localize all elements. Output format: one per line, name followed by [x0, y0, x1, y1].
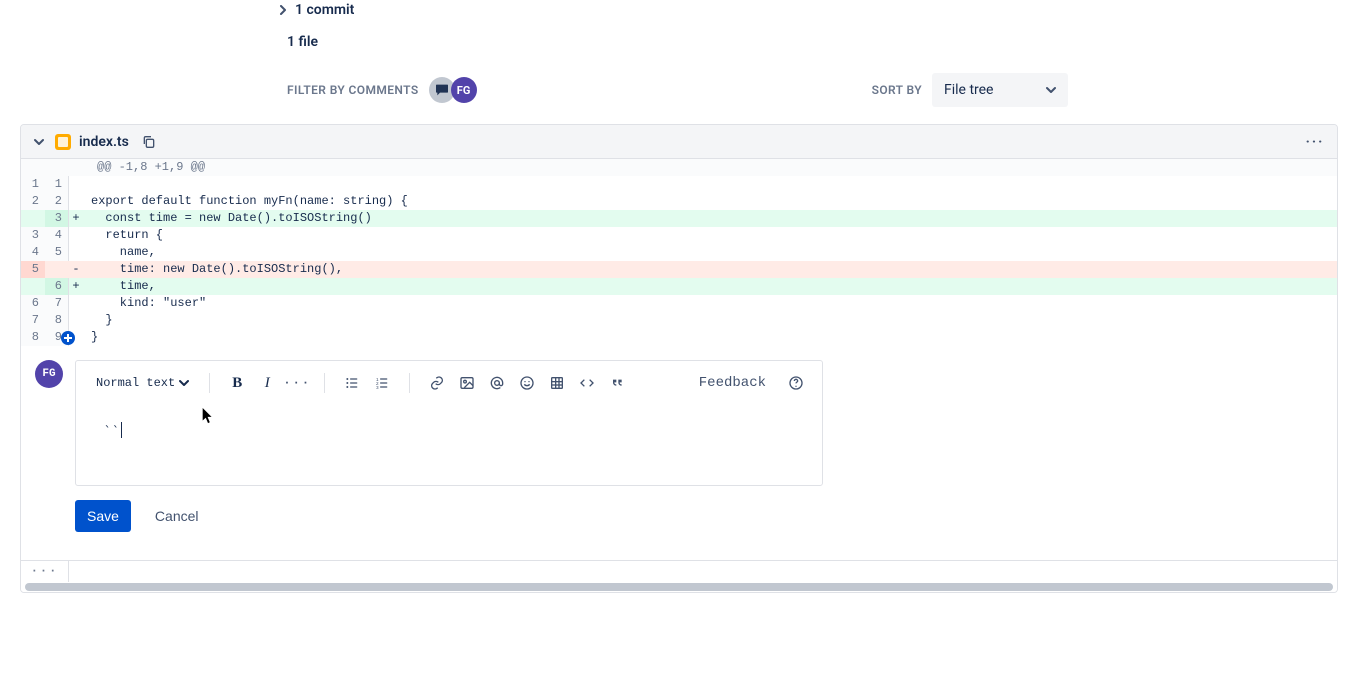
- new-line-number: 2: [45, 193, 69, 210]
- commits-toggle[interactable]: 1 commit: [275, 0, 1366, 20]
- commits-count: 1 commit: [295, 2, 354, 18]
- new-line-number: 5: [45, 244, 69, 261]
- code-content: kind: "user": [83, 295, 1337, 312]
- summary-section: 1 commit 1 file: [275, 0, 1366, 50]
- editor-content: ``: [104, 424, 120, 438]
- editor-toolbar: Normal text B I ··· 123: [76, 361, 822, 405]
- new-line-number: 6: [45, 278, 69, 295]
- diff-line[interactable]: 22 export default function myFn(name: str…: [21, 193, 1337, 210]
- diff-line[interactable]: 45 name,: [21, 244, 1337, 261]
- code-content: time,: [83, 278, 1337, 295]
- code-content: export default function myFn(name: strin…: [83, 193, 1337, 210]
- hunk-header: @@ -1,8 +1,9 @@: [21, 159, 1337, 176]
- diff-sign: -: [69, 261, 83, 278]
- code-content: name,: [83, 244, 1337, 261]
- filter-avatars: FG: [429, 77, 477, 103]
- more-formatting-button[interactable]: ···: [284, 370, 310, 396]
- italic-button[interactable]: I: [254, 370, 280, 396]
- text-style-dropdown[interactable]: Normal text: [90, 371, 195, 396]
- diff-body: @@ -1,8 +1,9 @@ 1122 export default funct…: [21, 159, 1337, 592]
- new-line-number: 7: [45, 295, 69, 312]
- diff-sign: +: [69, 278, 83, 295]
- copy-path-icon[interactable]: [137, 130, 161, 154]
- new-line-number: 3: [45, 210, 69, 227]
- old-line-number: 4: [21, 244, 45, 261]
- diff-file-header: index.ts ···: [21, 125, 1337, 159]
- diff-line[interactable]: 78 }: [21, 312, 1337, 329]
- numbered-list-button[interactable]: 123: [369, 370, 395, 396]
- chevron-right-icon: [275, 2, 291, 18]
- save-button[interactable]: Save: [75, 500, 131, 532]
- old-line-number: 3: [21, 227, 45, 244]
- comment-textarea[interactable]: ``: [76, 405, 822, 485]
- diff-line[interactable]: 3+ const time = new Date().toISOString(): [21, 210, 1337, 227]
- file-more-menu[interactable]: ···: [1303, 130, 1327, 154]
- files-count: 1 file: [287, 34, 1366, 50]
- collapse-file-chevron[interactable]: [31, 134, 47, 150]
- old-line-number: 8: [21, 329, 45, 346]
- inline-comment-block: FG Normal text B I ···: [21, 346, 1337, 560]
- old-line-number: 2: [21, 193, 45, 210]
- comment-editor: Normal text B I ··· 123: [75, 360, 823, 486]
- image-button[interactable]: [454, 370, 480, 396]
- old-line-number: 5: [21, 261, 45, 278]
- code-content: time: new Date().toISOString(),: [83, 261, 1337, 278]
- text-style-value: Normal text: [96, 375, 175, 392]
- new-line-number: 4: [45, 227, 69, 244]
- diff-line[interactable]: 89}: [21, 329, 1337, 346]
- user-filter-avatar[interactable]: FG: [451, 77, 477, 103]
- feedback-link[interactable]: Feedback: [693, 371, 772, 396]
- old-line-number: 1: [21, 176, 45, 193]
- filter-sort-bar: FILTER BY COMMENTS FG SORT BY File tree: [287, 72, 1068, 108]
- expand-context-button[interactable]: ···: [21, 561, 69, 582]
- chevron-down-icon: [1046, 85, 1056, 95]
- sort-value: File tree: [944, 82, 1046, 98]
- text-caret: [121, 422, 122, 438]
- new-line-number: 8: [45, 312, 69, 329]
- file-name[interactable]: index.ts: [79, 134, 129, 150]
- cancel-button[interactable]: Cancel: [143, 500, 211, 532]
- sort-label: SORT BY: [872, 83, 922, 97]
- scrollbar-thumb[interactable]: [25, 583, 1333, 591]
- old-line-number: 6: [21, 295, 45, 312]
- code-content: const time = new Date().toISOString(): [83, 210, 1337, 227]
- quote-button[interactable]: [604, 370, 630, 396]
- file-modified-icon: [55, 134, 71, 150]
- diff-line[interactable]: 6+ time,: [21, 278, 1337, 295]
- help-button[interactable]: [784, 371, 808, 395]
- filter-label: FILTER BY COMMENTS: [287, 83, 419, 97]
- mention-button[interactable]: [484, 370, 510, 396]
- diff-line[interactable]: 11: [21, 176, 1337, 193]
- diff-line[interactable]: 67 kind: "user": [21, 295, 1337, 312]
- new-line-number: 9: [45, 329, 69, 346]
- old-line-number: 7: [21, 312, 45, 329]
- bullet-list-button[interactable]: [339, 370, 365, 396]
- code-content: }: [83, 329, 1337, 346]
- comment-author-avatar: FG: [35, 360, 63, 388]
- diff-line[interactable]: 5 - time: new Date().toISOString(),: [21, 261, 1337, 278]
- diff-sign: +: [69, 210, 83, 227]
- horizontal-scrollbar[interactable]: [21, 582, 1337, 592]
- sort-select[interactable]: File tree: [932, 73, 1068, 107]
- code-content: }: [83, 312, 1337, 329]
- add-comment-icon[interactable]: [61, 331, 75, 345]
- table-button[interactable]: [544, 370, 570, 396]
- svg-text:3: 3: [376, 385, 379, 390]
- code-button[interactable]: [574, 370, 600, 396]
- diff-line[interactable]: 34 return {: [21, 227, 1337, 244]
- editor-actions: Save Cancel: [75, 500, 823, 532]
- new-line-number: 1: [45, 176, 69, 193]
- emoji-button[interactable]: [514, 370, 540, 396]
- bold-button[interactable]: B: [224, 370, 250, 396]
- diff-file-panel: index.ts ··· @@ -1,8 +1,9 @@ 1122 export …: [20, 124, 1338, 593]
- code-content: return {: [83, 227, 1337, 244]
- diff-expand-row: ···: [21, 560, 1337, 582]
- link-button[interactable]: [424, 370, 450, 396]
